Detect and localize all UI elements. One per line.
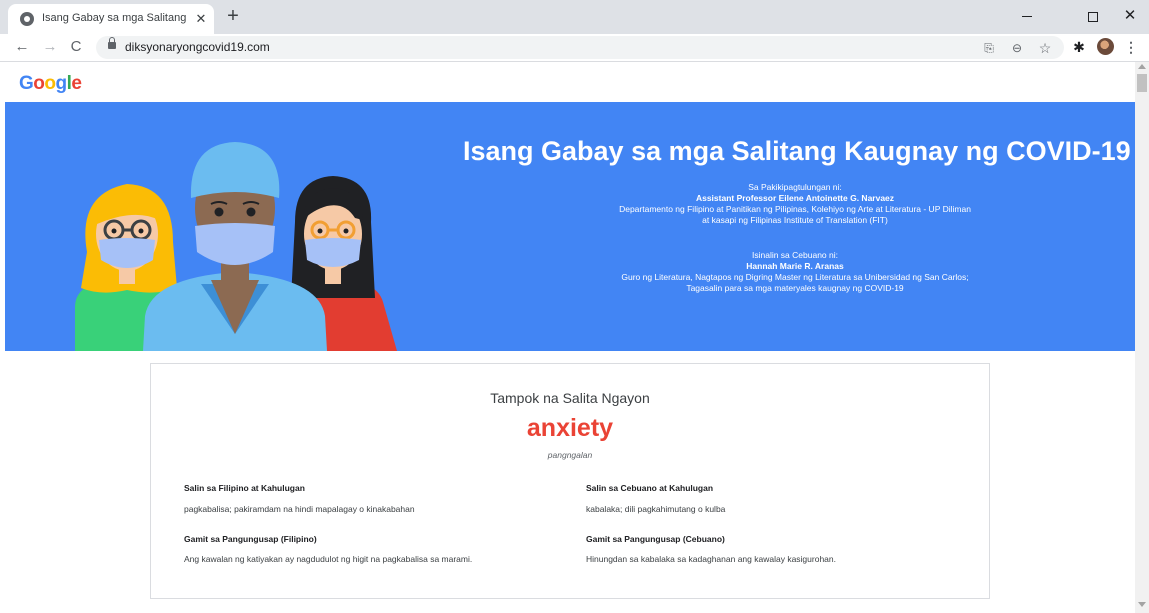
browser-tab[interactable]: Isang Gabay sa mga Salitang Kaugnay ng C… — [8, 4, 214, 34]
collaborator-affiliation: Departamento ng Filipino at Panitikan ng… — [619, 204, 971, 214]
lock-icon[interactable] — [108, 37, 116, 49]
featured-word: anxiety — [526, 414, 614, 442]
tab-strip: Isang Gabay sa mga Salitang Kaugnay ng C… — [0, 0, 1149, 34]
close-window-button[interactable]: ✕ — [1115, 6, 1145, 26]
collaborator-membership: at kasapi ng Filipinas Institute of Tran… — [702, 215, 888, 225]
filipino-translation-label: Salin sa Filipino at Kahulugan — [184, 483, 305, 493]
cebuano-sentence-value: Hinungdan sa kabalaka sa kadaghanan ang … — [586, 554, 836, 564]
logo-letter: o — [33, 73, 45, 94]
logo-letter: G — [19, 73, 34, 94]
reload-button[interactable]: C — [66, 37, 86, 57]
filipino-sentence-label: Gamit sa Pangungusap (Filipino) — [184, 534, 317, 544]
translator-credit: Isinalin sa Cebuano ni: Hannah Marie R. … — [545, 250, 1045, 294]
logo-letter: g — [55, 73, 68, 94]
collaborator-credit: Sa Pakikipagtulungan ni: Assistant Profe… — [545, 182, 1045, 226]
url-text[interactable]: diksyonaryongcovid19.com — [125, 40, 270, 54]
page-scrollbar[interactable] — [1135, 62, 1149, 613]
part-of-speech: pangngalan — [547, 450, 593, 460]
scrollbar-thumb[interactable] — [1137, 74, 1147, 92]
back-button[interactable]: ← — [12, 37, 32, 57]
cebuano-sentence-label: Gamit sa Pangungusap (Cebuano) — [586, 534, 725, 544]
forward-button[interactable]: → — [40, 37, 60, 57]
zoom-icon[interactable]: ⊖ — [1008, 39, 1026, 57]
cebuano-translation-label: Salin sa Cebuano at Kahulugan — [586, 483, 714, 493]
maximize-button[interactable] — [1078, 6, 1108, 26]
extensions-puzzle-icon[interactable]: ✱ — [1070, 37, 1088, 57]
address-bar[interactable]: diksyonaryongcovid19.com ⎘ ⊖ ☆ — [96, 36, 1064, 59]
logo-letter: e — [71, 73, 82, 94]
profile-avatar[interactable] — [1097, 38, 1114, 55]
browser-toolbar: ← → C diksyonaryongcovid19.com ⎘ ⊖ ☆ ✱ ⋮ — [0, 34, 1149, 62]
featured-word-heading: Tampok na Salita Ngayon — [490, 390, 650, 406]
featured-word-card: Tampok na Salita Ngayon anxiety pangngal… — [150, 363, 990, 599]
collaborator-intro: Sa Pakikipagtulungan ni: — [748, 182, 842, 192]
new-tab-button[interactable]: + — [222, 6, 244, 28]
filipino-translation-value: pagkabalisa; pakiramdam na hindi mapalag… — [184, 504, 415, 514]
scroll-down-arrow-icon[interactable] — [1138, 602, 1146, 607]
page-viewport: Google Isang Gabay sa mga Salitang Kaugn… — [0, 62, 1135, 613]
translator-name: Hannah Marie R. Aranas — [746, 261, 844, 271]
restore-icon — [1088, 11, 1098, 22]
translator-affiliation: Guro ng Literatura, Nagtapos ng Digring … — [621, 272, 969, 282]
page-title: Isang Gabay sa mga Salitang Kaugnay ng C… — [463, 136, 1131, 166]
translate-icon[interactable]: ⎘ — [980, 39, 998, 57]
hero-banner: Isang Gabay sa mga Salitang Kaugnay ng C… — [5, 102, 1135, 351]
google-logo[interactable]: Google — [19, 73, 82, 95]
browser-menu-icon[interactable]: ⋮ — [1124, 37, 1138, 57]
filipino-sentence-value: Ang kawalan ng katiyakan ay nagdudulot n… — [184, 554, 473, 564]
cebuano-translation-value: kabalaka; dili pagkahimutang o kulba — [586, 504, 726, 514]
tab-title: Isang Gabay sa mga Salitang Kaugnay ng C… — [42, 12, 186, 24]
globe-icon — [20, 12, 34, 26]
translator-role: Tagasalin para sa mga materyales kaugnay… — [686, 283, 904, 293]
collaborator-name: Assistant Professor Eilene Antoinette G.… — [695, 193, 895, 203]
minimize-icon — [1022, 16, 1032, 18]
logo-letter: o — [44, 73, 56, 94]
translator-intro: Isinalin sa Cebuano ni: — [751, 250, 838, 260]
bookmark-star-icon[interactable]: ☆ — [1036, 39, 1054, 57]
close-tab-icon[interactable]: ✕ — [193, 11, 209, 27]
masked-people-illustration — [75, 142, 397, 351]
minimize-button[interactable] — [1012, 6, 1042, 26]
scroll-up-arrow-icon[interactable] — [1138, 64, 1146, 69]
